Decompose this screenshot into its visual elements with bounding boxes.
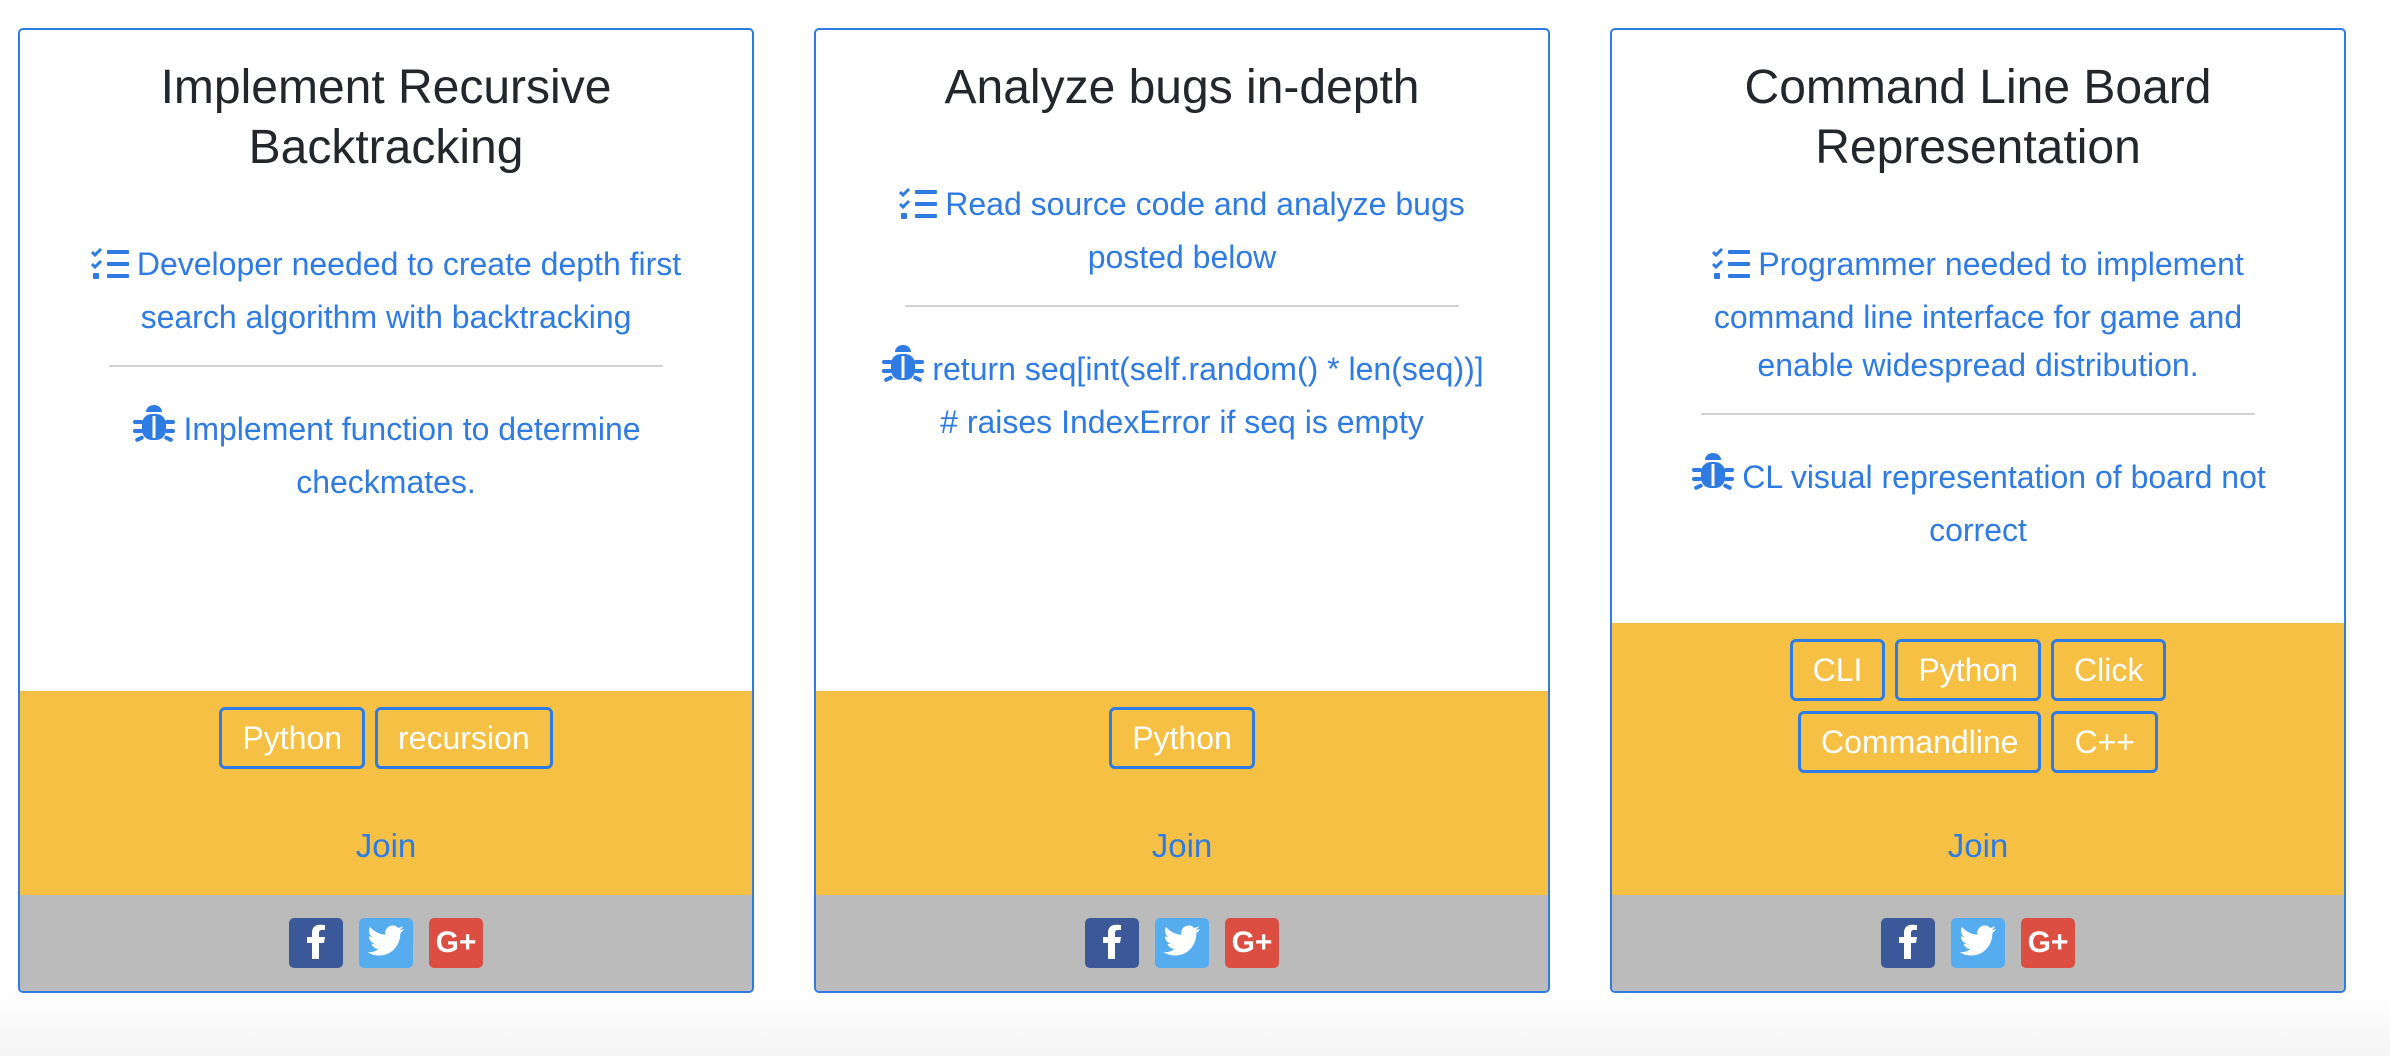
bug-icon <box>131 403 177 458</box>
project-card: Implement Recursive Backtracking Develop… <box>18 28 754 993</box>
checklist-icon <box>90 245 131 293</box>
tag-list: CLI Python Click Commandline C++ <box>1612 623 2344 773</box>
checklist-icon <box>1712 245 1752 293</box>
task-description: Developer needed to create depth first s… <box>80 240 692 341</box>
bug-description: CL visual representation of board not co… <box>1672 451 2284 554</box>
twitter-share-button[interactable] <box>359 918 413 968</box>
twitter-icon <box>1959 925 1997 962</box>
google-plus-icon: G+ <box>435 926 477 959</box>
task-text: Developer needed to create depth first s… <box>136 246 682 335</box>
tag-list: Python <box>816 691 1548 769</box>
task-text: Programmer needed to implement command l… <box>1713 246 2244 383</box>
facebook-icon <box>306 923 326 964</box>
divider <box>1701 413 2255 415</box>
join-link[interactable]: Join <box>20 827 752 865</box>
project-card: Analyze bugs in-depth Read source code a… <box>814 28 1550 993</box>
bug-description: return seq[int(self.random() * len(seq))… <box>876 343 1488 446</box>
facebook-icon <box>1102 923 1122 964</box>
tag-python[interactable]: Python <box>1895 639 2042 701</box>
tag-python[interactable]: Python <box>219 707 365 769</box>
twitter-icon <box>367 925 405 962</box>
facebook-share-button[interactable] <box>289 918 343 968</box>
twitter-share-button[interactable] <box>1155 918 1209 968</box>
task-text: Read source code and analyze bugs posted… <box>945 186 1465 275</box>
bug-text: return seq[int(self.random() * len(seq))… <box>932 351 1484 440</box>
project-card: Command Line Board Representation Progra… <box>1610 28 2346 993</box>
twitter-icon <box>1163 925 1201 962</box>
twitter-share-button[interactable] <box>1951 918 2005 968</box>
task-description: Read source code and analyze bugs posted… <box>876 180 1488 281</box>
social-share-bar: G+ <box>1612 895 2344 991</box>
facebook-share-button[interactable] <box>1085 918 1139 968</box>
google-plus-share-button[interactable]: G+ <box>2021 918 2075 968</box>
card-body: Command Line Board Representation Progra… <box>1612 30 2344 623</box>
task-description: Programmer needed to implement command l… <box>1672 240 2284 389</box>
facebook-icon <box>1898 923 1918 964</box>
google-plus-icon: G+ <box>1231 926 1273 959</box>
social-share-bar: G+ <box>816 895 1548 991</box>
divider <box>905 305 1459 307</box>
tag-cpp[interactable]: C++ <box>2051 711 2158 773</box>
cards-container: Implement Recursive Backtracking Develop… <box>0 0 2390 1056</box>
divider <box>109 365 663 367</box>
google-plus-share-button[interactable]: G+ <box>429 918 483 968</box>
bug-text: Implement function to determine checkmat… <box>183 411 641 500</box>
google-plus-icon: G+ <box>2027 926 2069 959</box>
card-title: Command Line Board Representation <box>1744 61 2212 174</box>
card-body: Analyze bugs in-depth Read source code a… <box>816 30 1548 691</box>
tag-python[interactable]: Python <box>1109 707 1255 769</box>
tag-recursion[interactable]: recursion <box>375 707 553 769</box>
bug-icon <box>880 343 926 398</box>
bug-text: CL visual representation of board not co… <box>1742 459 2266 548</box>
join-link[interactable]: Join <box>1612 827 2344 865</box>
checklist-icon <box>899 185 939 233</box>
facebook-share-button[interactable] <box>1881 918 1935 968</box>
card-title: Implement Recursive Backtracking <box>160 61 612 174</box>
tag-cli[interactable]: CLI <box>1789 639 1886 701</box>
card-tags-footer: Python Join <box>816 691 1548 895</box>
google-plus-share-button[interactable]: G+ <box>1225 918 1279 968</box>
card-tags-footer: Python recursion Join <box>20 691 752 895</box>
join-link[interactable]: Join <box>816 827 1548 865</box>
bug-icon <box>1690 451 1736 506</box>
social-share-bar: G+ <box>20 895 752 991</box>
card-body: Implement Recursive Backtracking Develop… <box>20 30 752 691</box>
bug-description: Implement function to determine checkmat… <box>80 403 692 506</box>
tag-click[interactable]: Click <box>2051 639 2167 701</box>
card-title: Analyze bugs in-depth <box>944 61 1420 114</box>
tag-list: Python recursion <box>20 691 752 769</box>
tag-commandline[interactable]: Commandline <box>1798 711 2042 773</box>
card-tags-footer: CLI Python Click Commandline C++ Join <box>1612 623 2344 895</box>
